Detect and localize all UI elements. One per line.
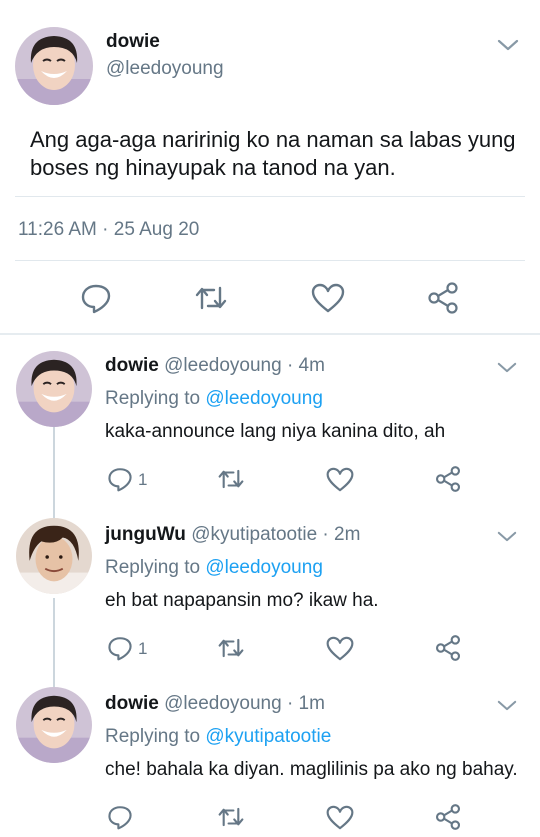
replying-to: Replying to @leedoyoung — [105, 557, 323, 579]
reply-count: 1 — [138, 639, 148, 658]
thread-line — [53, 504, 55, 518]
avatar[interactable] — [16, 351, 92, 427]
reply-text: kaka-announce lang niya kanina dito, ah — [105, 421, 446, 442]
reply-icon[interactable] — [107, 804, 133, 830]
reply-icon[interactable] — [80, 282, 112, 314]
tweet-timestamp[interactable]: 11:26 AM · 25 Aug 20 — [18, 219, 199, 241]
reply-time: · 1m — [281, 693, 325, 714]
author-handle[interactable]: @leedoyoung — [164, 355, 282, 376]
chevron-down-icon[interactable] — [497, 530, 517, 543]
replying-to-link[interactable]: @leedoyoung — [205, 388, 323, 409]
author-handle[interactable]: @kyutipatootie — [191, 524, 317, 545]
divider — [15, 196, 525, 197]
reply-time: · 4m — [281, 355, 325, 376]
author-name[interactable]: dowie — [105, 355, 159, 376]
thread-line — [53, 673, 55, 687]
thread-line — [53, 598, 55, 673]
main-tweet: dowie @leedoyoung Ang aga-aga naririnig … — [0, 0, 540, 335]
reply-header: dowie @leedoyoung · 4m — [105, 355, 325, 377]
reply-text: eh bat napapansin mo? ikaw ha. — [105, 590, 379, 611]
chevron-down-icon[interactable] — [497, 361, 517, 374]
retweet-icon[interactable] — [194, 282, 228, 314]
tweet-text: Ang aga-aga naririnig ko na naman sa lab… — [30, 127, 516, 180]
chevron-down-icon[interactable] — [497, 38, 519, 52]
retweet-icon[interactable] — [217, 466, 245, 492]
divider — [15, 260, 525, 261]
share-icon[interactable] — [435, 803, 461, 831]
chevron-down-icon[interactable] — [497, 699, 517, 712]
avatar[interactable] — [15, 27, 93, 105]
reply-text: che! bahala ka diyan. maglilinis pa ako … — [105, 759, 518, 780]
replying-to-label: Replying to — [105, 388, 206, 409]
like-icon[interactable] — [326, 636, 354, 661]
retweet-icon[interactable] — [217, 804, 245, 830]
like-icon[interactable] — [326, 467, 354, 492]
share-icon[interactable] — [427, 281, 459, 315]
reply-tweet[interactable]: dowie @leedoyoung · 4m Replying to @leed… — [0, 335, 540, 504]
reply-count: 1 — [138, 470, 148, 489]
replying-to-link[interactable]: @leedoyoung — [205, 557, 323, 578]
author-handle[interactable]: @leedoyoung — [106, 58, 224, 80]
author-name[interactable]: junguWu — [105, 524, 186, 545]
avatar[interactable] — [16, 518, 92, 594]
reply-header: dowie @leedoyoung · 1m — [105, 693, 325, 715]
author-name[interactable]: dowie — [106, 31, 160, 53]
author-name[interactable]: dowie — [105, 693, 159, 714]
share-icon[interactable] — [435, 634, 461, 662]
replying-to: Replying to @kyutipatootie — [105, 726, 331, 748]
reply-time: · 2m — [317, 524, 361, 545]
replying-to-label: Replying to — [105, 726, 206, 747]
reply-icon[interactable] — [107, 635, 133, 661]
avatar[interactable] — [16, 687, 92, 763]
reply-tweet[interactable]: junguWu @kyutipatootie · 2m Replying to … — [0, 504, 540, 673]
replying-to-label: Replying to — [105, 557, 206, 578]
reply-tweet[interactable]: dowie @leedoyoung · 1m Replying to @kyut… — [0, 673, 540, 837]
thread-line — [53, 427, 55, 504]
replying-to-link[interactable]: @kyutipatootie — [205, 726, 331, 747]
like-icon[interactable] — [311, 283, 345, 313]
author-handle[interactable]: @leedoyoung — [164, 693, 282, 714]
replying-to: Replying to @leedoyoung — [105, 388, 323, 410]
share-icon[interactable] — [435, 465, 461, 493]
reply-icon[interactable] — [107, 466, 133, 492]
like-icon[interactable] — [326, 805, 354, 830]
retweet-icon[interactable] — [217, 635, 245, 661]
reply-header: junguWu @kyutipatootie · 2m — [105, 524, 360, 546]
